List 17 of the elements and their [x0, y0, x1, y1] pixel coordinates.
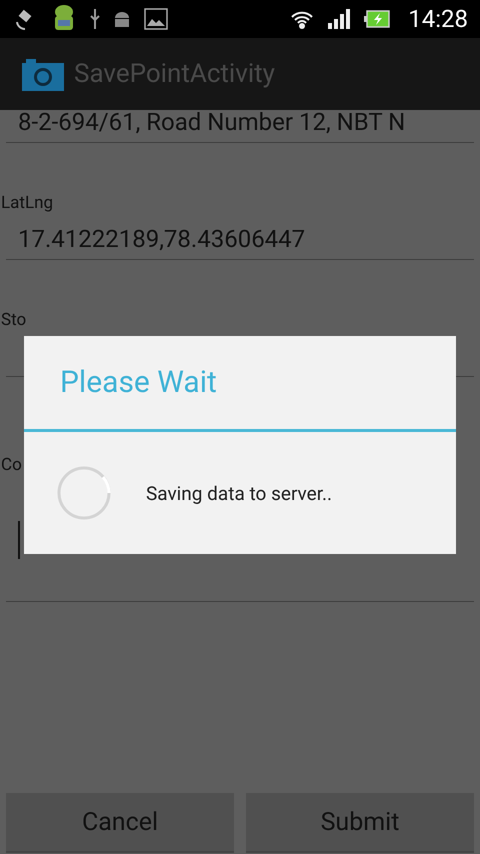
field-label: LatLng [0, 193, 54, 213]
status-time: 14:28 [408, 5, 468, 33]
text-cursor [18, 521, 20, 559]
text-field[interactable]: 17.41222189,78.43606447 [6, 221, 474, 260]
image-icon [144, 8, 168, 30]
field-label: Co [0, 455, 22, 475]
spinner-icon [56, 465, 112, 521]
signal-icon [328, 9, 350, 29]
cancel-button[interactable]: Cancel [6, 793, 234, 853]
text-field[interactable]: 8-2-694/61, Road Number 12, NBT N [6, 110, 474, 143]
dialog-title: Please Wait [24, 336, 456, 432]
battery-icon [364, 10, 390, 28]
dialog-message: Saving data to server.. [146, 482, 332, 504]
field-label: Sto [0, 310, 26, 330]
submit-button[interactable]: Submit [246, 793, 474, 853]
usb-icon [90, 8, 100, 30]
camera-icon [22, 57, 64, 91]
